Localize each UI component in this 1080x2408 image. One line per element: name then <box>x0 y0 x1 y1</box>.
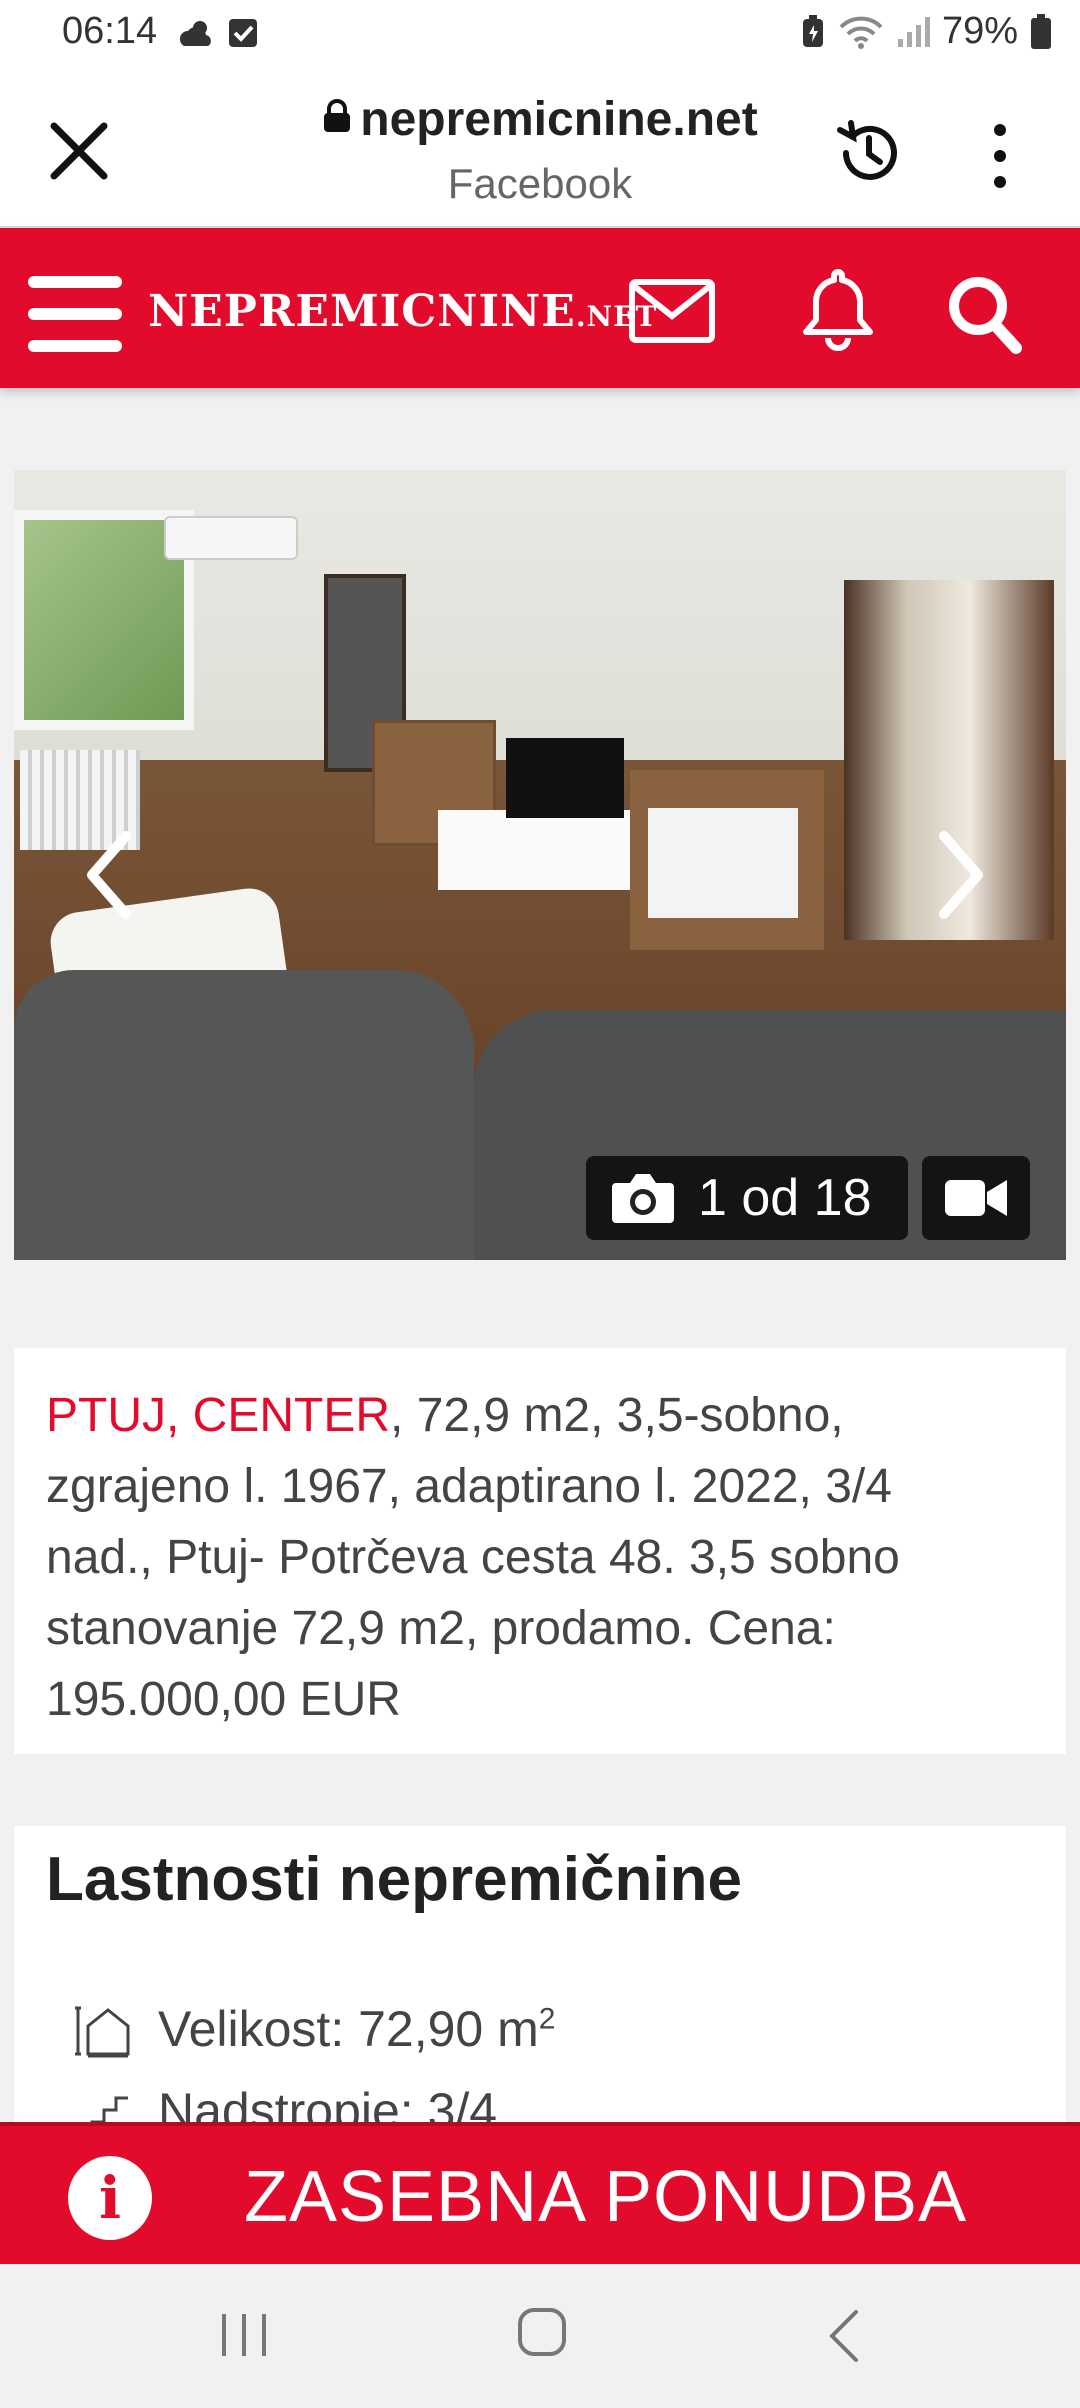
check-icon <box>229 19 257 47</box>
listing-line-1: , 72,9 m2, 3,5-sobno, <box>390 1389 844 1442</box>
more-vert-icon[interactable] <box>984 120 1016 192</box>
properties-title: Lastnosti nepremičnine <box>46 1845 742 1914</box>
listing-line-4: stanovanje 72,9 m2, prodamo. Cena: <box>46 1602 836 1655</box>
system-nav-bar <box>0 2264 1080 2408</box>
home-icon[interactable] <box>516 2306 568 2358</box>
site-header: NEPREMICNINE.NET <box>0 228 1080 388</box>
property-floor-text: Nadstropje: 3/4 <box>158 2083 498 2126</box>
listing-description: PTUJ, CENTER, 72,9 m2, 3,5-sobno, zgraje… <box>14 1348 1066 1754</box>
battery-icon <box>1031 13 1051 49</box>
site-logo[interactable]: NEPREMICNINE.NET <box>148 286 657 337</box>
referrer-source: Facebook <box>447 160 633 207</box>
photo-counter-text: 1 od 18 <box>698 1169 872 1227</box>
status-bar: 06:14 79% <box>0 0 1080 70</box>
history-icon[interactable] <box>832 116 906 190</box>
photo-gallery[interactable]: 1 od 18 <box>14 470 1066 1260</box>
photo-sofa-left <box>14 970 474 1260</box>
listing-location[interactable]: PTUJ, CENTER <box>46 1389 390 1442</box>
bell-icon[interactable] <box>796 266 880 354</box>
listing-line-2: zgrajeno l. 1967, adaptirano l. 2022, 3/… <box>46 1460 892 1513</box>
logo-main: NEPREMICNINE <box>148 286 576 337</box>
properties-card: Lastnosti nepremičnine Velikost: 72,90 m… <box>14 1826 1066 2126</box>
status-right: 79% <box>800 10 1052 53</box>
menu-icon[interactable] <box>28 276 122 356</box>
weather-icon <box>179 21 211 46</box>
photo-tv <box>506 738 624 818</box>
property-size: Velikost: 72,90 m2 <box>74 2000 555 2058</box>
status-time: 06:14 <box>62 10 158 52</box>
battery-saver-icon <box>802 14 823 47</box>
photo-sideboard <box>630 770 824 950</box>
info-icon[interactable]: i <box>68 2156 152 2240</box>
url-display[interactable]: nepremicnine.net <box>0 92 1080 147</box>
recent-apps-icon[interactable] <box>218 2312 270 2358</box>
stairs-icon <box>90 2096 128 2126</box>
private-offer-label[interactable]: ZASEBNA PONUDBA <box>244 2156 967 2238</box>
listing-price: 195.000,00 EUR <box>46 1673 401 1726</box>
photo-tv-stand <box>438 810 638 890</box>
browser-custom-tab-bar: nepremicnine.net Facebook <box>0 70 1080 228</box>
video-icon <box>945 1180 1007 1216</box>
url-text: nepremicnine.net <box>360 93 758 146</box>
listing-line-3: nad., Ptuj- Potrčeva cesta 48. 3,5 sobno <box>46 1531 900 1584</box>
search-icon[interactable] <box>944 272 1024 356</box>
status-left-icons <box>178 18 258 50</box>
wifi-icon <box>839 16 883 49</box>
lock-icon <box>324 99 351 132</box>
signal-icon <box>897 16 930 47</box>
area-icon <box>75 2006 130 2058</box>
camera-icon <box>612 1174 674 1223</box>
video-button[interactable] <box>922 1156 1030 1240</box>
private-offer-bar[interactable]: i ZASEBNA PONUDBA <box>0 2122 1080 2264</box>
battery-percent: 79% <box>941 10 1018 52</box>
chevron-left-icon[interactable] <box>84 830 134 920</box>
mail-icon[interactable] <box>628 278 716 344</box>
chevron-right-icon[interactable] <box>936 830 986 920</box>
property-size-text: Velikost: 72,90 m <box>158 2001 539 2057</box>
photo-air-conditioner <box>164 516 298 560</box>
back-icon[interactable] <box>826 2308 862 2364</box>
property-size-sup: 2 <box>538 2002 556 2036</box>
property-floor: Nadstropje: 3/4 <box>74 2082 497 2126</box>
photo-counter[interactable]: 1 od 18 <box>586 1156 908 1240</box>
